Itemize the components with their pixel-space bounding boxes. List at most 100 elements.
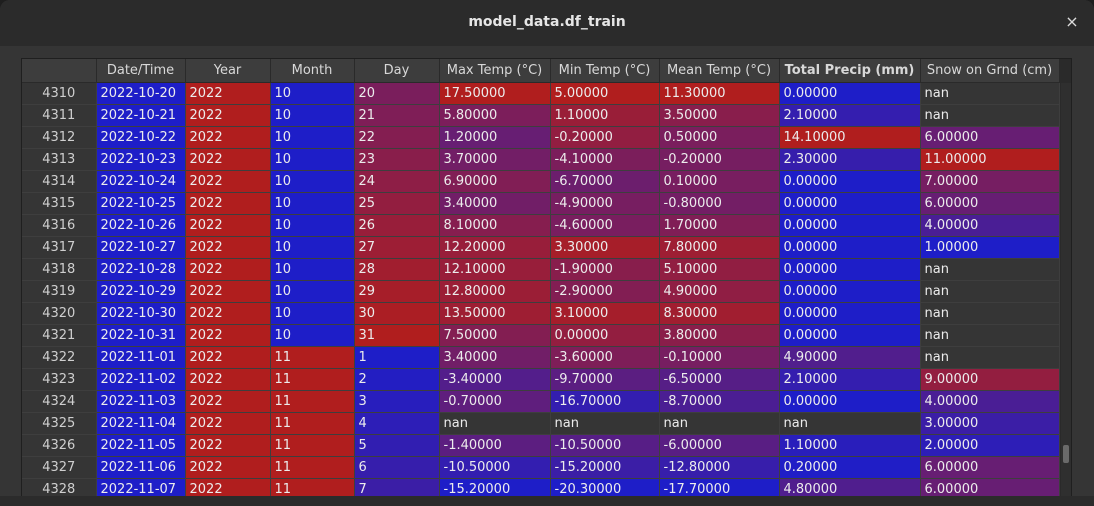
table-cell[interactable]: 2022-10-25 <box>96 192 186 215</box>
table-row[interactable]: 4317 2022-10-27 2022 10 27 12.20000 3.30000 7.8… <box>22 236 1060 259</box>
vertical-scrollbar[interactable] <box>1061 83 1071 497</box>
table-cell[interactable]: 1.10000 <box>550 104 660 127</box>
table-cell[interactable]: 2022 <box>185 148 271 171</box>
table-cell[interactable]: 6.00000 <box>920 192 1060 215</box>
table-cell[interactable]: 0.00000 <box>779 236 921 259</box>
table-cell[interactable]: 3.30000 <box>550 236 660 259</box>
table-cell[interactable]: 2022 <box>185 280 271 303</box>
table-cell[interactable]: 0.00000 <box>550 324 660 347</box>
table-row[interactable]: 4311 2022-10-21 2022 10 21 5.80000 1.10000 3.50… <box>22 104 1060 127</box>
table-cell[interactable]: 10 <box>270 258 355 281</box>
column-header[interactable]: Snow on Grnd (cm) <box>920 59 1060 83</box>
table-cell[interactable]: 2022 <box>185 324 271 347</box>
table-cell[interactable]: 8.10000 <box>439 214 551 237</box>
column-header[interactable]: Month <box>270 59 355 83</box>
table-cell[interactable]: -0.70000 <box>439 390 551 413</box>
table-cell[interactable]: 2022 <box>185 258 271 281</box>
table-cell[interactable]: 2.10000 <box>779 368 921 391</box>
table-cell[interactable]: 2022-11-06 <box>96 456 186 479</box>
table-cell[interactable]: 2022-10-24 <box>96 170 186 193</box>
table-cell[interactable]: 2022-10-22 <box>96 126 186 149</box>
table-cell[interactable]: 10 <box>270 82 355 105</box>
table-cell[interactable]: nan <box>920 280 1060 303</box>
table-cell[interactable]: 5 <box>354 434 440 457</box>
table-cell[interactable]: 10 <box>270 214 355 237</box>
table-cell[interactable]: -4.60000 <box>550 214 660 237</box>
table-cell[interactable]: 11 <box>270 456 355 479</box>
table-cell[interactable]: 5.80000 <box>439 104 551 127</box>
table-cell[interactable]: 2 <box>354 368 440 391</box>
table-cell[interactable]: 2022-11-01 <box>96 346 186 369</box>
table-cell[interactable]: 0.50000 <box>659 126 780 149</box>
table-cell[interactable]: 10 <box>270 170 355 193</box>
table-cell[interactable]: 10 <box>270 280 355 303</box>
table-cell[interactable]: 25 <box>354 192 440 215</box>
table-cell[interactable]: 1.70000 <box>659 214 780 237</box>
table-cell[interactable]: nan <box>920 82 1060 105</box>
table-cell[interactable]: nan <box>920 302 1060 325</box>
table-cell[interactable]: 10 <box>270 104 355 127</box>
table-cell[interactable]: 7.80000 <box>659 236 780 259</box>
table-cell[interactable]: -0.20000 <box>550 126 660 149</box>
table-cell[interactable]: 0.00000 <box>779 390 921 413</box>
table-cell[interactable]: 2022-10-27 <box>96 236 186 259</box>
table-cell[interactable]: nan <box>439 412 551 435</box>
table-cell[interactable]: 1 <box>354 346 440 369</box>
table-cell[interactable]: -10.50000 <box>439 456 551 479</box>
table-cell[interactable]: 11 <box>270 434 355 457</box>
table-cell[interactable]: 11 <box>270 346 355 369</box>
table-cell[interactable]: 2022 <box>185 104 271 127</box>
table-cell[interactable]: 11.30000 <box>659 82 780 105</box>
table-cell[interactable]: 3.80000 <box>659 324 780 347</box>
table-cell[interactable]: 10 <box>270 302 355 325</box>
table-cell[interactable]: 21 <box>354 104 440 127</box>
table-cell[interactable]: -16.70000 <box>550 390 660 413</box>
table-cell[interactable]: 2022-11-04 <box>96 412 186 435</box>
table-cell[interactable]: 14.10000 <box>779 126 921 149</box>
table-cell[interactable]: 2022-10-21 <box>96 104 186 127</box>
table-cell[interactable]: nan <box>920 346 1060 369</box>
table-cell[interactable]: 1.10000 <box>779 434 921 457</box>
table-cell[interactable]: 2022-11-02 <box>96 368 186 391</box>
table-cell[interactable]: nan <box>920 258 1060 281</box>
table-cell[interactable]: -12.80000 <box>659 456 780 479</box>
table-cell[interactable]: 3.40000 <box>439 346 551 369</box>
table-cell[interactable]: 2022 <box>185 126 271 149</box>
table-cell[interactable]: 5.00000 <box>550 82 660 105</box>
table-row[interactable]: 4323 2022-11-02 2022 11 2 -3.40000 -9.70000 -6.… <box>22 368 1060 391</box>
table-cell[interactable]: 0.00000 <box>779 258 921 281</box>
table-cell[interactable]: 29 <box>354 280 440 303</box>
table-cell[interactable]: 2022 <box>185 82 271 105</box>
table-cell[interactable]: 4.00000 <box>920 214 1060 237</box>
table-cell[interactable]: 22 <box>354 126 440 149</box>
table-row[interactable]: 4313 2022-10-23 2022 10 23 3.70000 -4.10000 -0.… <box>22 148 1060 171</box>
table-cell[interactable]: 20 <box>354 82 440 105</box>
table-cell[interactable]: 11 <box>270 412 355 435</box>
table-cell[interactable]: 2022-10-26 <box>96 214 186 237</box>
index-header[interactable] <box>22 59 97 83</box>
column-header[interactable]: Year <box>185 59 271 83</box>
table-cell[interactable]: 0.00000 <box>779 302 921 325</box>
table-cell[interactable]: 3.00000 <box>920 412 1060 435</box>
table-cell[interactable]: 10 <box>270 148 355 171</box>
table-cell[interactable]: 2.00000 <box>920 434 1060 457</box>
table-cell[interactable]: -10.50000 <box>550 434 660 457</box>
table-cell[interactable]: 10 <box>270 192 355 215</box>
column-header[interactable]: Date/Time <box>96 59 186 83</box>
table-cell[interactable]: 0.20000 <box>779 456 921 479</box>
table-cell[interactable]: -3.40000 <box>439 368 551 391</box>
table-cell[interactable]: 7.00000 <box>920 170 1060 193</box>
table-cell[interactable]: -3.60000 <box>550 346 660 369</box>
table-cell[interactable]: 5.10000 <box>659 258 780 281</box>
table-cell[interactable]: 10 <box>270 324 355 347</box>
table-cell[interactable]: 12.10000 <box>439 258 551 281</box>
table-cell[interactable]: 17.50000 <box>439 82 551 105</box>
data-table-container[interactable]: Date/Time Year Month Day Max Temp (°C) Min Te… <box>21 58 1072 498</box>
table-cell[interactable]: -6.70000 <box>550 170 660 193</box>
table-cell[interactable]: 0.00000 <box>779 324 921 347</box>
table-cell[interactable]: 2022-11-03 <box>96 390 186 413</box>
table-cell[interactable]: 1.20000 <box>439 126 551 149</box>
table-cell[interactable]: 9.00000 <box>920 368 1060 391</box>
table-cell[interactable]: 26 <box>354 214 440 237</box>
table-cell[interactable]: nan <box>920 324 1060 347</box>
